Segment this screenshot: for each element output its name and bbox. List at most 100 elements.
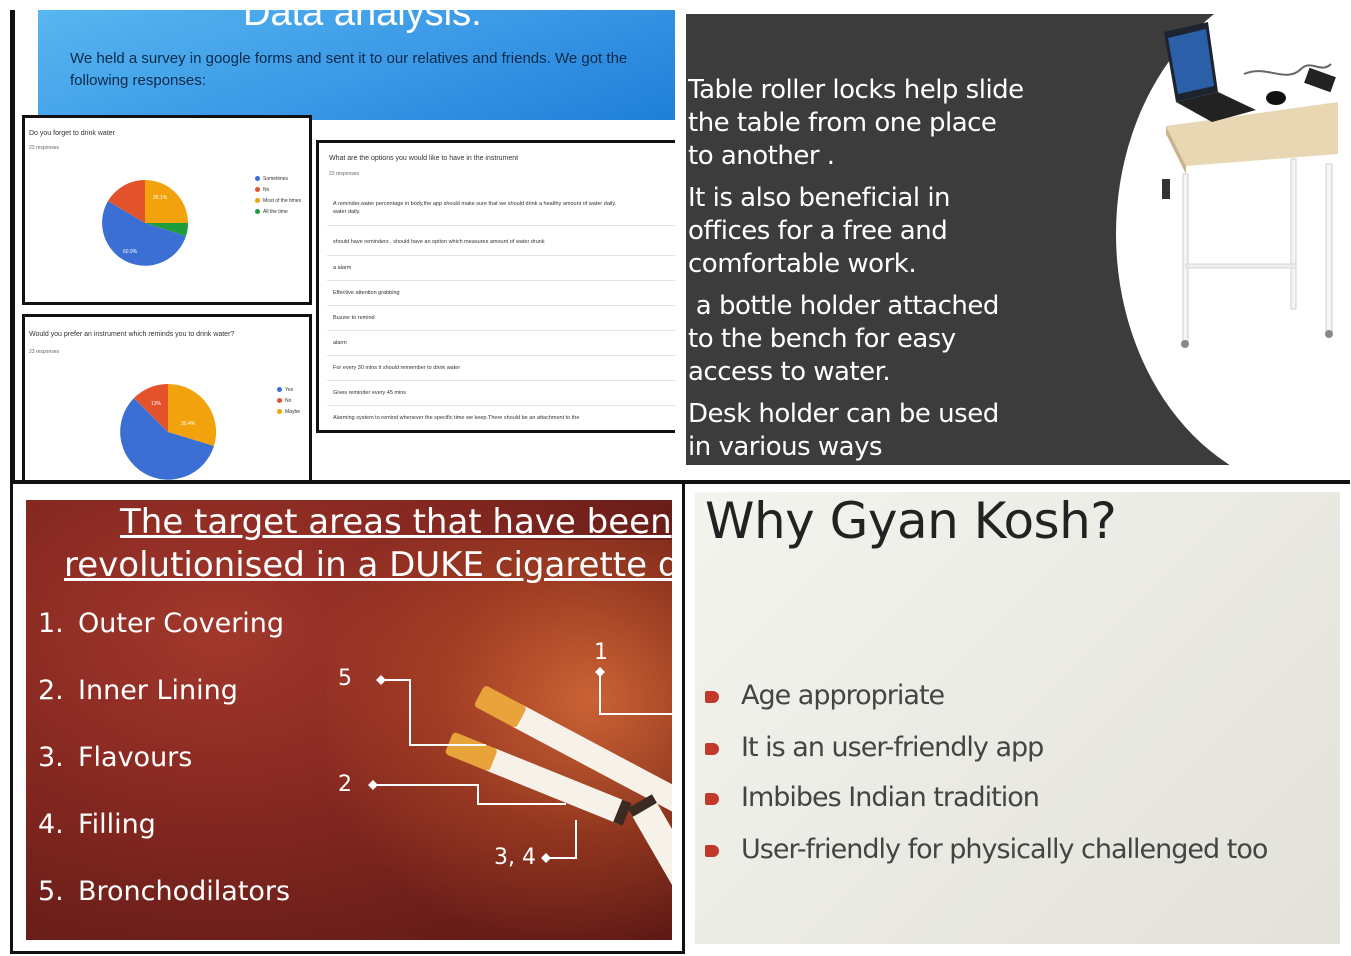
callout-label: 2 (338, 772, 352, 797)
bullet-item: User-friendly for physically challenged … (705, 834, 1268, 865)
grid-divider (10, 484, 13, 954)
legend-item: Most of the times (255, 198, 301, 204)
legend-label: Yes (285, 387, 294, 393)
divider (327, 355, 675, 356)
text-line: Desk holder can be used (688, 399, 999, 429)
desk-paragraph: Table roller locks help slide the table … (688, 74, 1024, 173)
callout-marker (541, 853, 551, 863)
legend-swatch (277, 398, 282, 404)
divider (327, 330, 675, 331)
survey-answer: A reminder,water percentage in body,the … (333, 201, 617, 207)
text-line: to the bench for easy (688, 324, 956, 354)
divider (327, 280, 675, 281)
survey-response-count: 23 responses (29, 349, 60, 355)
legend-swatch (255, 176, 260, 182)
legend-item: No (277, 398, 291, 404)
callout-label: 1 (594, 640, 608, 665)
list-item: 4. Filling (38, 809, 156, 840)
callout-label: 5 (338, 666, 352, 691)
survey-response-count: 23 responses (29, 145, 60, 151)
bullet-item: Imbibes Indian tradition (705, 782, 1040, 813)
survey-question: Would you prefer an instrument which rem… (29, 331, 235, 338)
legend-item: All the time (255, 209, 288, 215)
callout-line-1 (599, 670, 672, 715)
text-line: a bottle holder attached (688, 291, 1000, 321)
list-number: 5. (38, 876, 64, 907)
grid-divider (10, 951, 685, 954)
text-line: the table from one place (688, 108, 997, 138)
grid-divider (10, 480, 1350, 484)
desk-slide: Table roller locks help slide the table … (686, 14, 1338, 465)
list-label: Inner Lining (78, 675, 238, 706)
data-analysis-slide: Data analysis: We held a survey in googl… (10, 10, 675, 480)
survey-answer: alarm (333, 340, 347, 346)
legend-swatch (277, 409, 282, 415)
bottle-holder (1162, 179, 1170, 199)
legend-label: No (263, 187, 270, 193)
bullet-text: Imbibes Indian tradition (741, 782, 1040, 813)
pie-label: 13% (151, 401, 162, 407)
legend-swatch (255, 187, 260, 193)
pie-chart: 13% 30.4% (120, 383, 217, 480)
list-label: Flavours (78, 742, 193, 773)
survey-answer: Effective attention grabbing (333, 290, 400, 296)
desk-crossbar (1185, 263, 1297, 269)
legend-swatch (255, 198, 260, 204)
slide-title: Data analysis: (243, 10, 482, 34)
pie-label: 60.9% (123, 249, 138, 255)
desk-leg (1290, 158, 1297, 310)
survey-question: What are the options you would like to h… (329, 155, 519, 162)
survey-card-forget-water: Do you forget to drink water 23 response… (22, 115, 312, 305)
survey-answer-wrap: water daily. (333, 209, 361, 215)
desk-wheel (1325, 330, 1333, 338)
legend-item: Yes (277, 387, 293, 393)
legend-label: Maybe (285, 409, 301, 415)
slide-intro: We held a survey in google forms and sen… (70, 50, 628, 89)
survey-answer: Buzzer to remind (333, 315, 375, 321)
list-item: 3. Flavours (38, 742, 192, 773)
pie-slice-most (145, 180, 188, 223)
callout-label: 3, 4 (494, 845, 536, 870)
slide-title: The target areas that have been (120, 502, 672, 542)
survey-card-instrument-options: What are the options you would like to h… (316, 140, 675, 433)
text-line: in various ways (688, 432, 883, 462)
bullet-arrow-icon (705, 742, 719, 755)
survey-answer: For every 30 mins it should remember to … (333, 365, 461, 371)
slide-title: revolutionised in a DUKE cigarette d (64, 545, 672, 585)
pie-label: 30.4% (181, 421, 196, 427)
bullet-text: User-friendly for physically challenged … (741, 834, 1268, 865)
mouse (1266, 91, 1286, 105)
text-line: to another . (688, 141, 835, 171)
desk-paragraph: Desk holder can be used in various ways (688, 398, 999, 464)
callout-marker (368, 780, 378, 790)
divider (327, 225, 675, 226)
gyan-kosh-slide: Why Gyan Kosh? Age appropriate It is an … (695, 492, 1340, 944)
callout-marker (376, 675, 386, 685)
callout-line-5 (381, 679, 486, 746)
text-line: comfortable work. (688, 249, 917, 279)
bullet-item: Age appropriate (705, 680, 945, 711)
slide-title: Why Gyan Kosh? (705, 492, 1117, 550)
text-line: It is also beneficial in (688, 183, 951, 213)
list-item: 1. Outer Covering (38, 608, 284, 639)
slide-header: Data analysis: We held a survey in googl… (38, 10, 675, 120)
legend-label: All the time (263, 209, 288, 215)
legend-label: No (285, 398, 292, 404)
bullet-item: It is an user-friendly app (705, 732, 1044, 763)
list-item: 5. Bronchodilators (38, 876, 290, 907)
list-number: 2. (38, 675, 64, 706)
survey-answer: a alarm (333, 265, 352, 271)
bullet-arrow-icon (705, 844, 719, 857)
list-number: 3. (38, 742, 64, 773)
legend-item: Maybe (277, 409, 300, 415)
legend-item: Sometimes (255, 176, 288, 182)
legend-swatch (277, 387, 282, 393)
survey-answer: Alarming system to remind whenever the s… (333, 415, 580, 421)
survey-answer: Gives reminder every 45 mins (333, 390, 407, 396)
text-line: Table roller locks help slide (688, 75, 1024, 105)
text-line: offices for a free and (688, 216, 948, 246)
survey-response-count: 23 responses (329, 171, 360, 177)
list-number: 4. (38, 809, 64, 840)
legend-swatch (255, 209, 260, 215)
pie-label: 26.1% (153, 195, 168, 201)
